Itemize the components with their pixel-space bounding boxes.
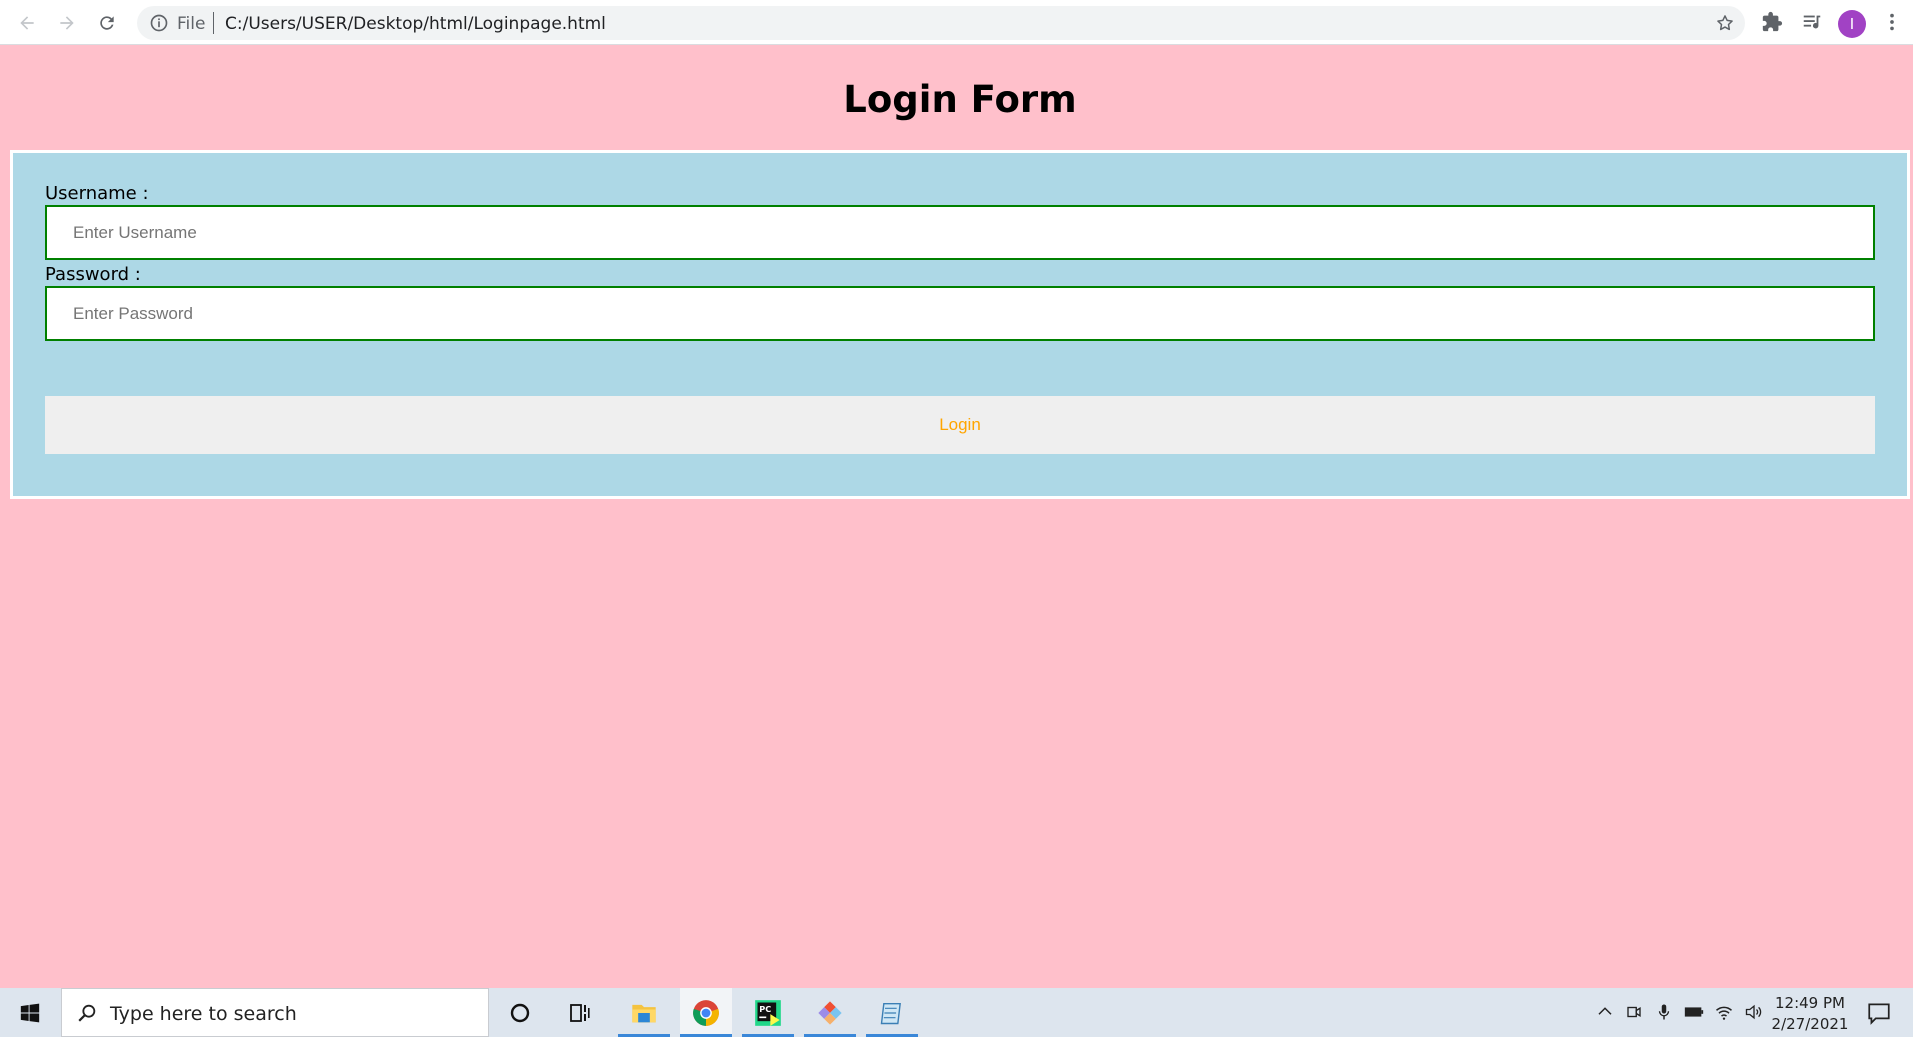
taskbar: Type here to search PC 12:49 PM 2/27/202… bbox=[0, 988, 1913, 1037]
address-bar[interactable]: File C:/Users/USER/Desktop/html/Loginpag… bbox=[137, 6, 1745, 40]
playlist-icon bbox=[1803, 15, 1821, 29]
speaker-icon bbox=[1745, 1004, 1762, 1020]
battery-button[interactable] bbox=[1683, 1001, 1705, 1023]
page-title: Login Form bbox=[843, 78, 1077, 121]
password-input[interactable] bbox=[45, 286, 1875, 341]
reload-button[interactable] bbox=[92, 8, 122, 38]
notepad-icon bbox=[880, 1002, 901, 1024]
bookmark-star-icon[interactable] bbox=[1715, 13, 1735, 33]
profile-avatar[interactable]: I bbox=[1838, 10, 1866, 38]
forward-arrow-icon bbox=[60, 16, 74, 30]
clock-time: 12:49 PM bbox=[1775, 994, 1845, 1012]
network-button[interactable] bbox=[1713, 1001, 1735, 1023]
windows-logo-icon bbox=[20, 1003, 40, 1022]
notepad-button[interactable] bbox=[866, 988, 918, 1037]
meet-now-button[interactable] bbox=[1623, 1001, 1645, 1023]
url-scheme: File bbox=[177, 14, 206, 34]
start-button[interactable] bbox=[0, 988, 60, 1037]
chrome-icon bbox=[693, 999, 719, 1026]
battery-icon bbox=[1684, 1007, 1704, 1017]
camera-icon bbox=[1627, 1006, 1641, 1018]
forward-button[interactable] bbox=[52, 8, 82, 38]
username-input[interactable] bbox=[45, 205, 1875, 260]
cortana-icon bbox=[510, 1003, 530, 1022]
password-label: Password : bbox=[45, 264, 141, 285]
taskbar-search[interactable]: Type here to search bbox=[61, 988, 489, 1037]
file-explorer-icon bbox=[632, 1004, 656, 1022]
login-form: Username : Password : Login bbox=[10, 150, 1910, 499]
kebab-menu-icon bbox=[1890, 13, 1894, 31]
wifi-icon bbox=[1715, 1006, 1733, 1020]
back-arrow-icon bbox=[20, 16, 34, 30]
notification-center-button[interactable] bbox=[1866, 1000, 1892, 1026]
file-explorer-button[interactable] bbox=[618, 988, 670, 1037]
git-button[interactable] bbox=[804, 988, 856, 1037]
reload-icon bbox=[100, 16, 114, 30]
task-view-icon bbox=[570, 1003, 590, 1022]
cortana-button[interactable] bbox=[494, 988, 546, 1037]
pycharm-button[interactable]: PC bbox=[742, 988, 794, 1037]
git-icon bbox=[818, 1000, 842, 1025]
puzzle-icon bbox=[1762, 11, 1783, 32]
url-separator bbox=[213, 12, 214, 34]
svg-text:PC: PC bbox=[759, 1003, 771, 1013]
microphone-icon bbox=[1658, 1004, 1670, 1020]
page-body: Login Form Username : Password : Login bbox=[0, 46, 1913, 988]
media-control-button[interactable] bbox=[1799, 9, 1825, 35]
login-button[interactable]: Login bbox=[45, 396, 1875, 454]
microphone-button[interactable] bbox=[1653, 1001, 1675, 1023]
extensions-button[interactable] bbox=[1759, 9, 1785, 35]
info-icon[interactable] bbox=[149, 13, 169, 33]
url-text[interactable]: C:/Users/USER/Desktop/html/Loginpage.htm… bbox=[225, 14, 606, 34]
username-label: Username : bbox=[45, 183, 149, 204]
search-icon bbox=[78, 1004, 96, 1022]
taskbar-search-placeholder: Type here to search bbox=[110, 1003, 297, 1025]
notification-icon bbox=[1868, 1003, 1890, 1025]
pycharm-icon: PC bbox=[755, 999, 781, 1026]
show-hidden-icons-button[interactable] bbox=[1594, 1001, 1616, 1023]
clock-date: 2/27/2021 bbox=[1771, 1015, 1849, 1033]
task-view-button[interactable] bbox=[554, 988, 606, 1037]
back-button[interactable] bbox=[12, 8, 42, 38]
browser-toolbar: File C:/Users/USER/Desktop/html/Loginpag… bbox=[0, 0, 1913, 45]
system-clock[interactable]: 12:49 PM 2/27/2021 bbox=[1770, 993, 1850, 1035]
chrome-button[interactable] bbox=[680, 988, 732, 1037]
chevron-up-icon bbox=[1598, 1007, 1612, 1015]
browser-menu-button[interactable] bbox=[1879, 9, 1905, 35]
volume-button[interactable] bbox=[1743, 1001, 1765, 1023]
